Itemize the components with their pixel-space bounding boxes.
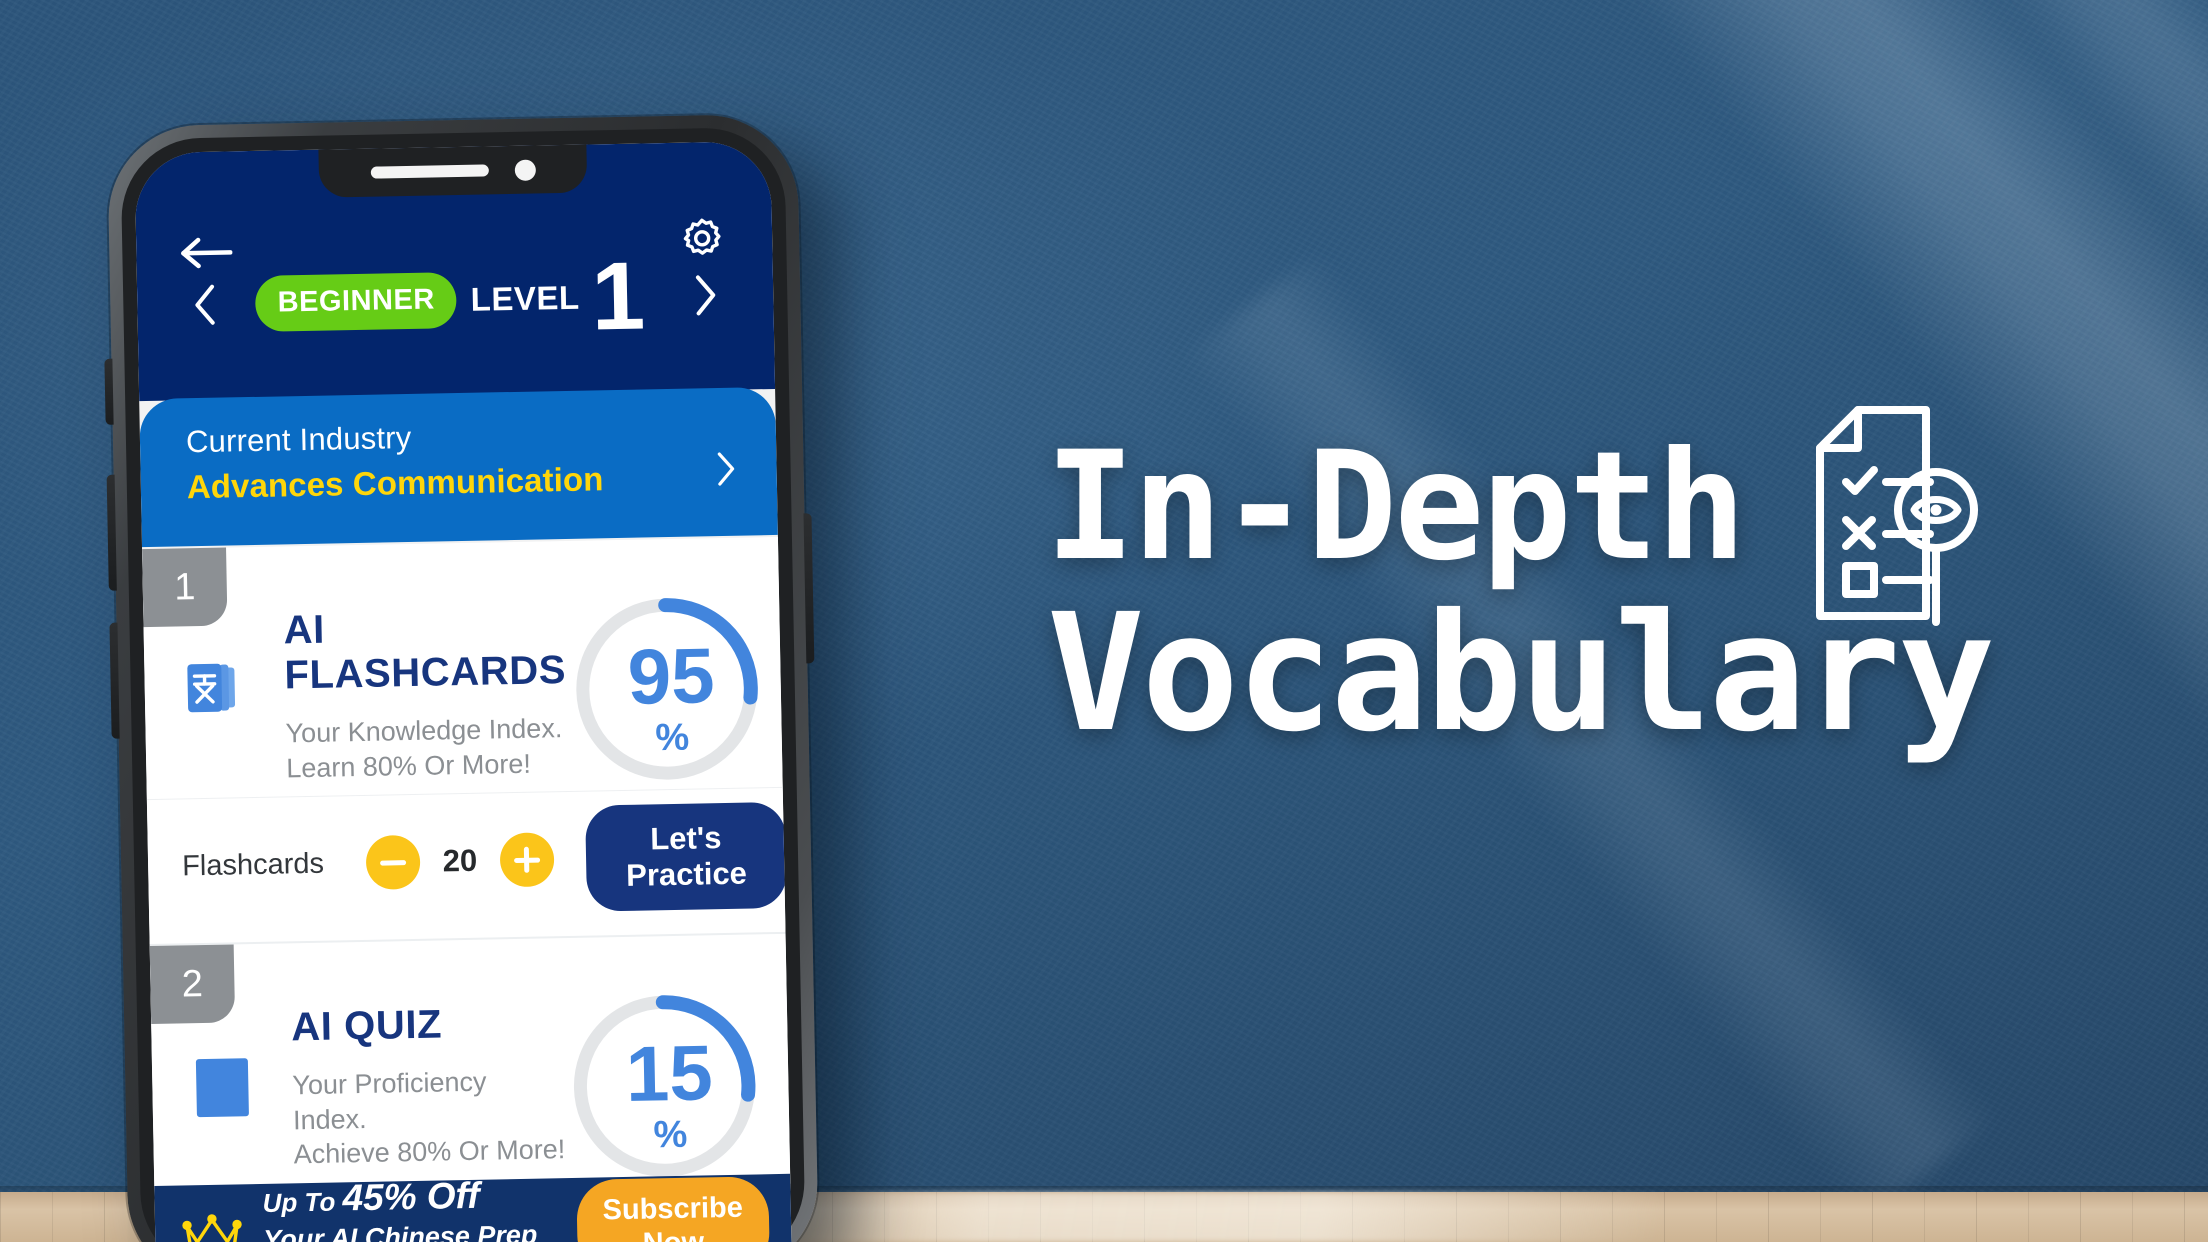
card-title: AI QUIZ — [290, 1002, 443, 1050]
card-text-group: AI QUIZ Your Proficiency Index. Achieve … — [291, 994, 566, 1172]
flashcards-practice-row: Flashcards 20 Let's Practice — [146, 786, 788, 945]
chevron-right-icon[interactable] — [686, 269, 723, 320]
phone-mockup: BEGINNER LEVEL 1 Current Industry Advanc… — [104, 113, 820, 1242]
module-card-quiz[interactable]: 2 AI QUIZ Your Proficiency Index. Achiev… — [149, 933, 791, 1197]
subscription-text-group: Up To 45% Off Your AI Chinese Prep Subsc… — [256, 1174, 564, 1242]
knowledge-index-donut: 95 % — [564, 587, 778, 791]
card-body: AI QUIZ Your Proficiency Index. Achieve … — [150, 934, 791, 1196]
subscribe-now-button[interactable]: Subscribe Now — [576, 1176, 771, 1242]
card-body: AI FLASHCARDS Your Knowledge Index. Lear… — [142, 537, 783, 799]
subscription-headline: Up To 45% Off — [262, 1174, 562, 1220]
plus-circle-icon[interactable] — [499, 832, 555, 888]
donut-score-value: 95 — [626, 631, 716, 721]
industry-label: Current Industry — [185, 419, 412, 460]
current-industry-banner[interactable]: Current Industry Advances Communication — [139, 386, 778, 548]
industry-text-group: Current Industry Advances Communication — [186, 416, 604, 506]
card-subtitle-line-2: Learn 80% Or More! — [285, 748, 532, 783]
flashcards-quantity-stepper: 20 — [365, 832, 555, 890]
module-card-list: 1 AI FLASHCARDS Your Knowledge Index. Le… — [142, 536, 791, 1197]
gear-icon[interactable] — [678, 214, 727, 263]
chevron-right-icon[interactable] — [712, 450, 739, 488]
earpiece-speaker — [370, 164, 489, 179]
donut-percent-symbol: % — [653, 1113, 688, 1157]
subscription-discount: 45% Off — [342, 1174, 480, 1218]
lets-practice-button[interactable]: Let's Practice — [584, 801, 788, 912]
checklist-document-magnifier-eye-icon — [1758, 398, 1988, 638]
chevron-left-icon[interactable] — [187, 279, 224, 330]
card-text-group: AI FLASHCARDS Your Knowledge Index. Lear… — [283, 597, 568, 785]
front-camera — [514, 159, 536, 181]
level-word-label: LEVEL — [470, 278, 580, 318]
back-arrow-icon[interactable] — [178, 235, 233, 270]
donut-score-value: 15 — [624, 1028, 714, 1118]
card-subtitle-line-1: Your Proficiency Index. — [292, 1066, 487, 1135]
quiz-square-shape — [195, 1058, 249, 1118]
card-subtitle-line-1: Your Knowledge Index. — [285, 713, 563, 749]
phone-notch — [318, 144, 588, 198]
subscribe-button-line-2: Now — [642, 1226, 704, 1242]
level-navigator: BEGINNER LEVEL 1 — [137, 242, 774, 351]
module-card-flashcards[interactable]: 1 AI FLASHCARDS Your Knowledge Index. Le… — [142, 536, 788, 945]
card-subtitle: Your Knowledge Index. Learn 80% Or More! — [285, 711, 568, 785]
subscription-prefix: Up To — [262, 1186, 336, 1218]
industry-value: Advances Communication — [186, 460, 604, 506]
minus-circle-icon[interactable] — [365, 834, 421, 890]
card-rank-badge: 1 — [142, 547, 228, 628]
proficiency-index-donut: 15 % — [563, 984, 777, 1188]
card-subtitle-line-2: Achieve 80% Or More! — [293, 1134, 566, 1170]
donut-percent-symbol: % — [655, 716, 690, 760]
plus-bar-v — [524, 846, 530, 873]
phone-mute-button[interactable] — [104, 358, 114, 425]
flashcards-count-label: Flashcards — [181, 847, 325, 882]
floor-sunlight-patch — [760, 1192, 1660, 1242]
subscribe-button-line-1: Subscribe — [602, 1191, 744, 1227]
card-rank-badge: 2 — [149, 944, 236, 1025]
card-title: AI FLASHCARDS — [283, 607, 567, 698]
subscription-promo-bar: Up To 45% Off Your AI Chinese Prep Subsc… — [154, 1173, 793, 1242]
flashcards-count-value: 20 — [442, 842, 478, 879]
phone-screen: BEGINNER LEVEL 1 Current Industry Advanc… — [134, 140, 793, 1242]
level-number: 1 — [590, 242, 646, 351]
card-subtitle: Your Proficiency Index. Achieve 80% Or M… — [292, 1063, 566, 1172]
crown-icon — [181, 1211, 244, 1242]
minus-bar — [379, 859, 406, 866]
subscription-subtitle: Your AI Chinese Prep Subscription — [263, 1220, 538, 1242]
level-difficulty-badge: BEGINNER — [255, 271, 458, 332]
